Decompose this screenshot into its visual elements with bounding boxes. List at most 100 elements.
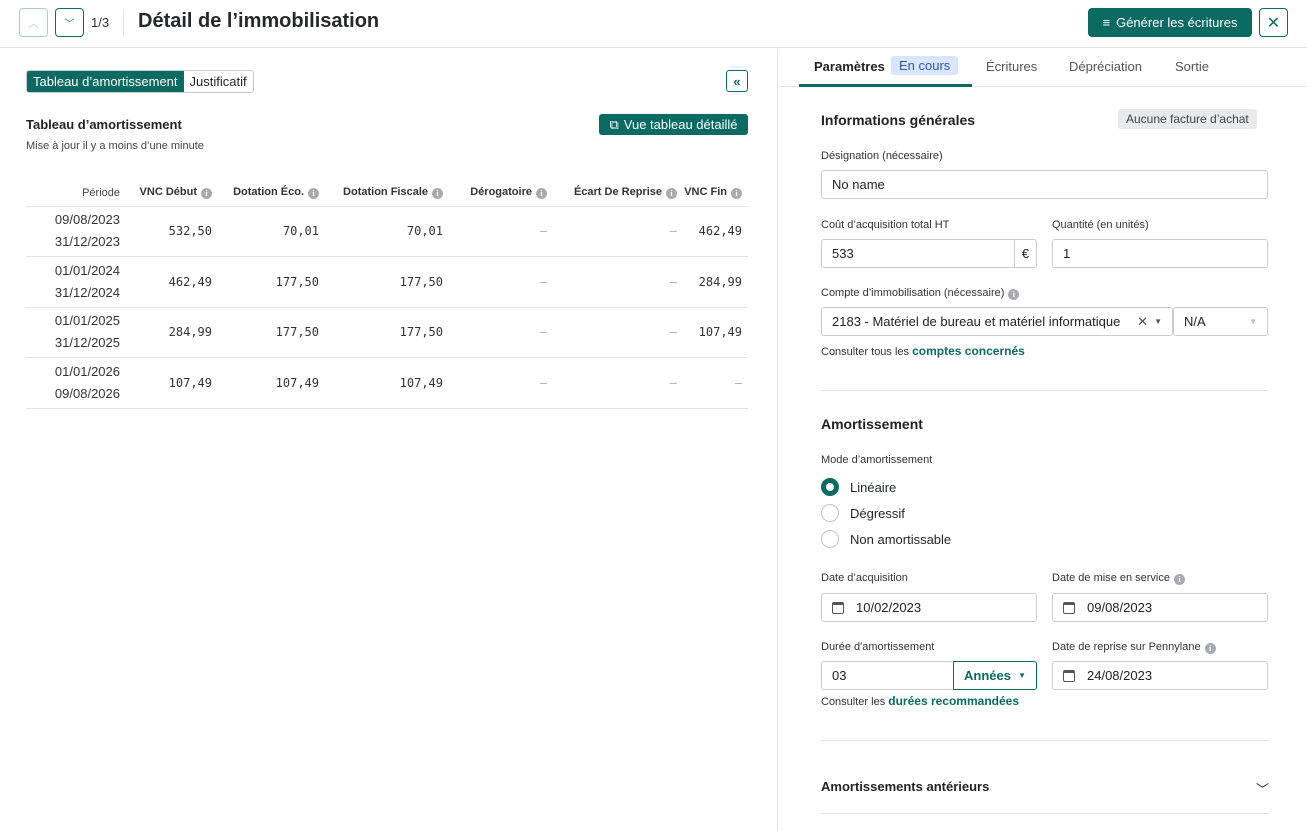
durations-link[interactable]: durées recommandées <box>888 694 1019 708</box>
prior-amortization-toggle[interactable]: Amortissements antérieurs ﹀ <box>821 779 1269 798</box>
cell-ecart: – <box>553 357 683 409</box>
acq-date-input[interactable]: 10/02/2023 <box>821 593 1037 622</box>
cell-vnc-fin: 462,49 <box>683 206 748 257</box>
tab-tableau[interactable]: Tableau d’amortissement <box>27 71 184 92</box>
cell-dot-fisc: 177,50 <box>325 256 449 308</box>
table-row: 09/08/2023 31/12/2023 532,50 70,01 70,01– –46… <box>26 206 748 257</box>
cell-dot-eco: 70,01 <box>218 206 325 257</box>
accounts-link[interactable]: comptes concernés <box>912 344 1025 358</box>
close-icon: ✕ <box>1266 14 1281 32</box>
info-icon[interactable]: i <box>536 188 547 200</box>
col-dotation-eco: Dotation Éco. i <box>218 180 325 207</box>
reprise-date-label: Date de reprise sur Pennylane i <box>1052 641 1216 654</box>
calendar-icon <box>1063 669 1075 682</box>
close-button[interactable]: ✕ <box>1259 8 1288 37</box>
service-date-input[interactable]: 09/08/2023 <box>1052 593 1268 622</box>
generate-entries-button[interactable]: ≡ Générer les écritures <box>1088 8 1252 37</box>
duration-input[interactable]: 03 <box>821 661 954 690</box>
info-icon[interactable]: i <box>308 188 319 200</box>
cell-dot-eco: 177,50 <box>218 307 325 358</box>
tab-parametres[interactable]: Paramètres <box>814 59 885 74</box>
quantity-input[interactable]: 1 <box>1052 239 1268 268</box>
radio-degressif[interactable]: Dégressif <box>821 504 905 522</box>
calendar-icon <box>832 601 844 614</box>
detailed-view-button[interactable]: ⧉ Vue tableau détaillé <box>599 114 748 135</box>
designation-input[interactable]: No name <box>821 170 1268 199</box>
tab-sortie[interactable]: Sortie <box>1175 59 1209 74</box>
accounts-hint: Consulter tous les comptes concernés <box>821 344 1025 358</box>
left-panel: Tableau d’amortissement Justificatif « T… <box>0 49 778 831</box>
info-icon[interactable]: i <box>1204 643 1216 654</box>
info-icon[interactable]: i <box>731 188 742 200</box>
next-button[interactable]: ﹀ <box>55 8 84 37</box>
cell-vnc-debut: 284,99 <box>126 307 218 358</box>
mode-label: Mode d’amortissement <box>821 454 933 466</box>
analytic-value: N/A <box>1184 314 1206 329</box>
general-info-title: Informations générales <box>821 112 976 128</box>
cell-ecart: – <box>553 206 683 257</box>
cell-ecart: – <box>553 307 683 358</box>
table-header: Période VNC Début i Dotation Éco. i Dotati… <box>26 180 748 207</box>
divider <box>821 390 1269 391</box>
quantity-label: Quantité (en unités) <box>1052 219 1149 231</box>
clear-icon[interactable]: ✕ <box>1137 314 1148 330</box>
cell-vnc-fin: 284,99 <box>683 256 748 308</box>
cell-dot-eco: 177,50 <box>218 256 325 308</box>
col-periode: Période <box>26 180 126 207</box>
chevron-down-icon: ﹀ <box>1255 782 1269 797</box>
section-title: Tableau d’amortissement <box>26 117 182 132</box>
double-chevron-left-icon: « <box>733 73 741 89</box>
currency-addon: € <box>1014 240 1036 267</box>
header: ︿ ﹀ 1/3 Détail de l’immobilisation ≡ Géné… <box>0 0 1307 48</box>
cell-derog: – <box>449 357 553 409</box>
table-row: 01/01/2024 31/12/2024 462,49 177,50 177,50– –… <box>26 256 748 308</box>
previous-button[interactable]: ︿ <box>19 8 48 37</box>
radio-lineaire[interactable]: Linéaire <box>821 478 896 496</box>
duration-label: Durée d'amortissement <box>821 641 935 653</box>
list-edit-icon: ≡ <box>1102 15 1111 30</box>
caret-down-icon: ▼ <box>1154 317 1162 326</box>
prior-title: Amortissements antérieurs <box>821 779 990 794</box>
cost-label: Coût d’acquisition total HT <box>821 219 950 231</box>
divider <box>821 740 1269 741</box>
cell-vnc-fin: – <box>683 357 748 409</box>
generate-label: Générer les écritures <box>1116 15 1238 30</box>
info-icon[interactable]: i <box>1008 289 1020 300</box>
status-badge: En cours <box>891 56 959 75</box>
cell-vnc-debut: 107,49 <box>126 357 218 409</box>
account-select[interactable]: 2183 - Matériel de bureau et matériel in… <box>821 307 1173 336</box>
info-icon[interactable]: i <box>1174 574 1185 585</box>
cost-value: 533 <box>832 246 854 261</box>
period-cell: 01/01/2026 09/08/2026 <box>26 357 126 409</box>
cost-input[interactable]: 533 € <box>821 239 1037 268</box>
tab-ecritures[interactable]: Écritures <box>986 59 1037 74</box>
period-cell: 01/01/2024 31/12/2024 <box>26 256 126 308</box>
divider <box>821 813 1269 814</box>
chevron-down-icon: ﹀ <box>64 19 75 30</box>
tab-depreciation[interactable]: Dépréciation <box>1069 59 1142 74</box>
cell-dot-fisc: 107,49 <box>325 357 449 409</box>
update-status: Mise à jour il y a moins d’une minute <box>26 140 204 152</box>
duration-unit-select[interactable]: Années ▼ <box>953 661 1037 690</box>
active-tab-indicator <box>799 84 972 87</box>
cell-dot-fisc: 70,01 <box>325 206 449 257</box>
durations-hint: Consulter les durées recommandées <box>821 694 1019 708</box>
record-counter: 1/3 <box>91 15 110 30</box>
info-icon[interactable]: i <box>201 188 212 200</box>
info-icon[interactable]: i <box>666 188 677 200</box>
page-title: Détail de l’immobilisation <box>138 10 380 32</box>
cell-dot-eco: 107,49 <box>218 357 325 409</box>
analytic-select[interactable]: N/A ▼ <box>1173 307 1268 336</box>
service-date-label: Date de mise en service i <box>1052 572 1185 585</box>
reprise-date-input[interactable]: 24/08/2023 <box>1052 661 1268 690</box>
external-link-icon: ⧉ <box>609 116 619 132</box>
col-vnc-debut: VNC Début i <box>126 180 218 207</box>
table-row: 01/01/2025 31/12/2025 284,99 177,50 177,50– –… <box>26 307 748 358</box>
col-dotation-fiscale: Dotation Fiscale i <box>325 180 449 207</box>
tab-justificatif[interactable]: Justificatif <box>184 71 253 92</box>
cell-derog: – <box>449 256 553 308</box>
collapse-button[interactable]: « <box>726 70 748 92</box>
info-icon[interactable]: i <box>432 188 443 200</box>
radio-icon <box>821 504 839 522</box>
radio-non-amortissable[interactable]: Non amortissable <box>821 530 951 548</box>
